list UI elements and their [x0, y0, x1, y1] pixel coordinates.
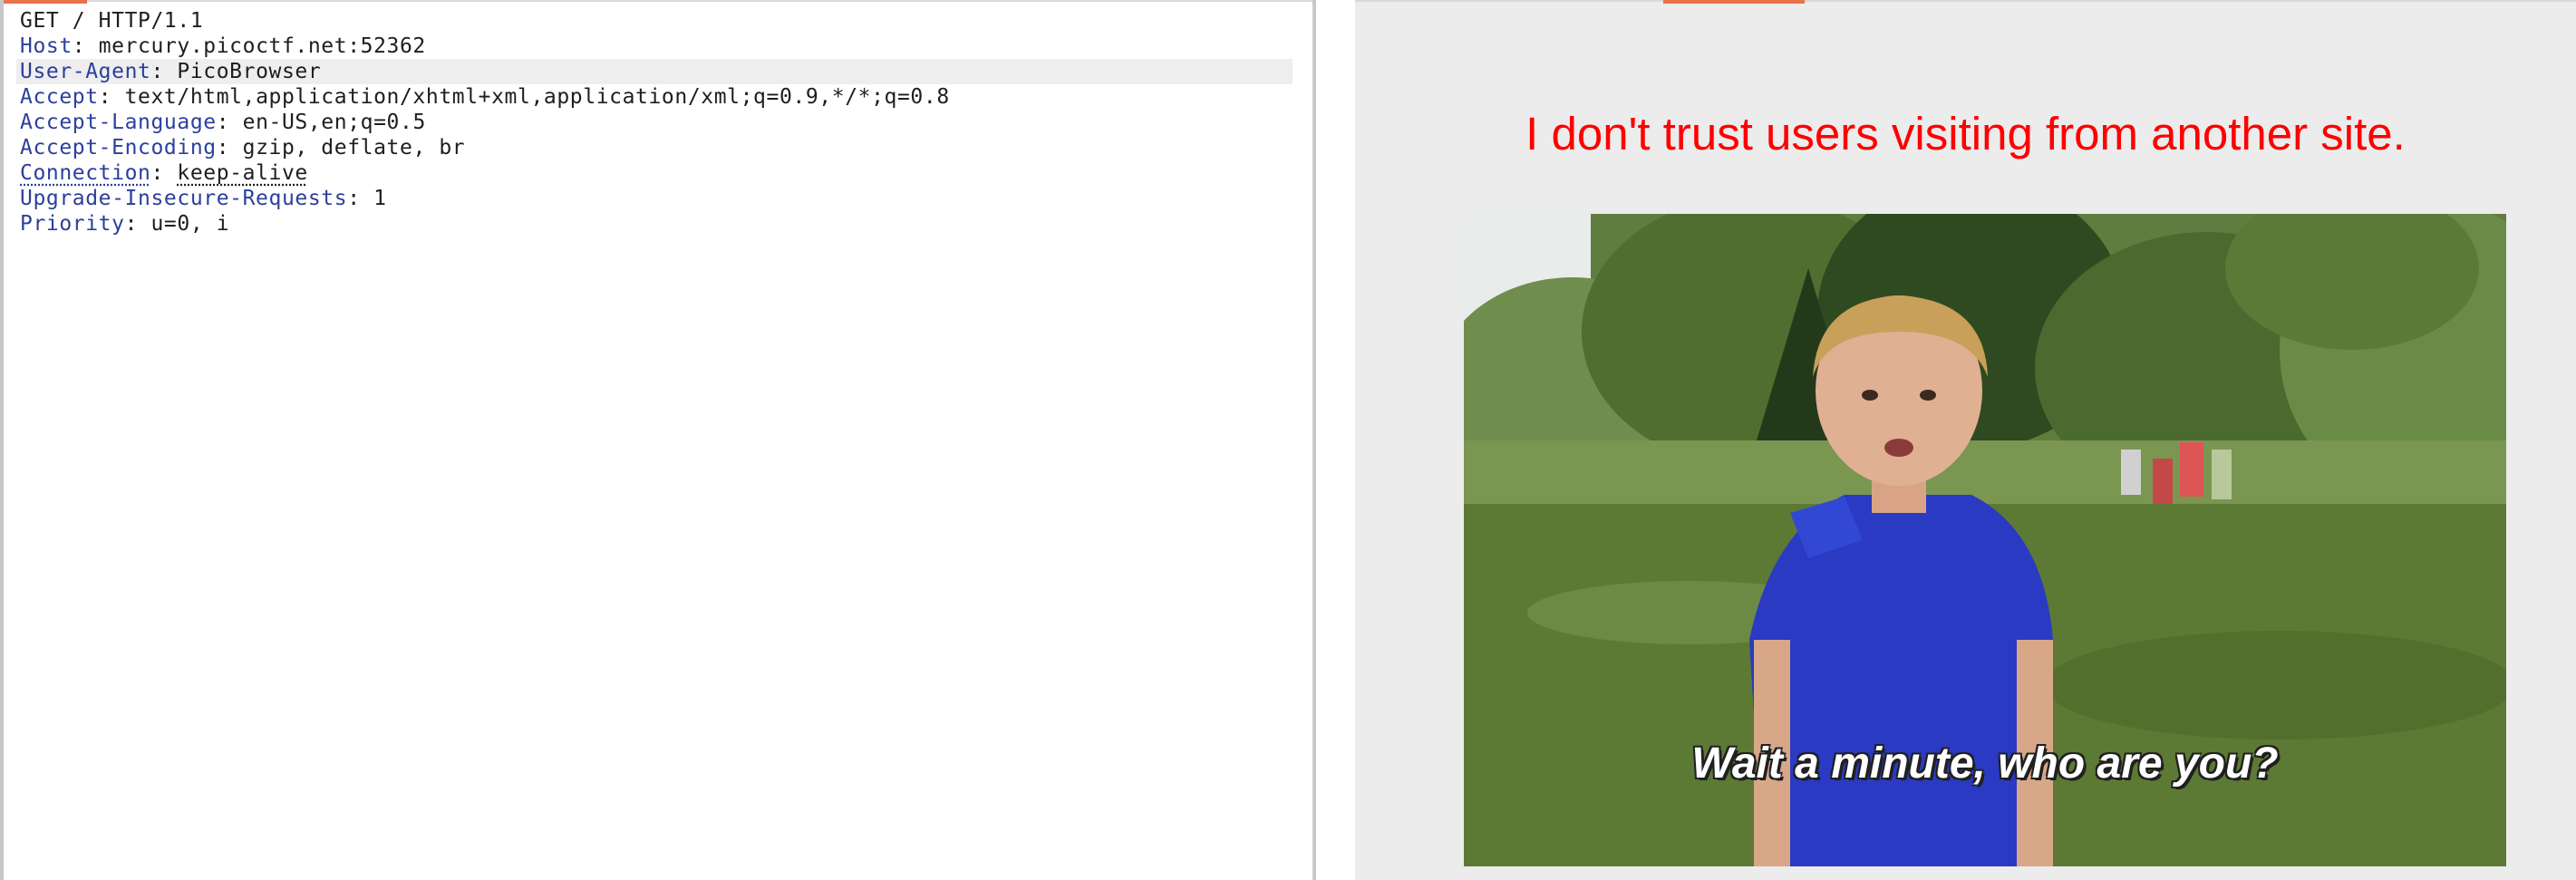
header-name: Accept [20, 85, 99, 109]
header-name: Accept-Language [20, 111, 217, 134]
header-value: gzip, deflate, br [242, 136, 466, 160]
header-line-connection[interactable]: Connection: keep-alive [16, 160, 1293, 186]
header-value: 1 [373, 187, 387, 210]
header-value: text/html,application/xhtml+xml,applicat… [124, 85, 950, 109]
header-separator: : [150, 60, 178, 83]
request-pane-top-border [87, 0, 1316, 2]
header-line-user-agent[interactable]: User-Agent: PicoBrowser [16, 59, 1293, 84]
pane-gap [1316, 0, 1355, 880]
header-separator: : [216, 111, 243, 134]
render-pane-top-border [1355, 0, 2576, 2]
header-separator: : [98, 85, 125, 109]
header-name: Connection [20, 161, 151, 185]
header-line-accept-language[interactable]: Accept-Language: en-US,en;q=0.5 [16, 110, 1293, 135]
header-separator: : [150, 161, 178, 185]
response-render-pane[interactable]: I don't trust users visiting from anothe… [1355, 0, 2576, 880]
render-tab-accent [1663, 0, 1805, 4]
header-value: en-US,en;q=0.5 [242, 111, 426, 134]
header-line-accept[interactable]: Accept: text/html,application/xhtml+xml,… [16, 84, 1293, 110]
header-separator: : [347, 187, 374, 210]
header-name: Upgrade-Insecure-Requests [20, 187, 348, 210]
header-value: PicoBrowser [177, 60, 322, 83]
header-line-accept-encoding[interactable]: Accept-Encoding: gzip, deflate, br [16, 135, 1293, 160]
header-separator: : [72, 34, 99, 58]
header-value: u=0, i [150, 212, 230, 236]
request-text[interactable]: GET / HTTP/1.1 Host: mercury.picoctf.net… [16, 8, 1293, 237]
header-name: Accept-Encoding [20, 136, 217, 160]
meme-image: Wait a minute, who are you? [1464, 214, 2506, 866]
header-line-upgrade-insecure-requests[interactable]: Upgrade-Insecure-Requests: 1 [16, 186, 1293, 211]
meme-caption: Wait a minute, who are you? [1691, 740, 2279, 788]
header-value: keep-alive [177, 161, 308, 185]
request-line[interactable]: GET / HTTP/1.1 [16, 8, 1293, 34]
request-method-line: GET / HTTP/1.1 [20, 9, 204, 33]
response-headline: I don't trust users visiting from anothe… [1525, 108, 2406, 160]
header-line-host[interactable]: Host: mercury.picoctf.net:52362 [16, 34, 1293, 59]
request-editor-pane[interactable]: GET / HTTP/1.1 Host: mercury.picoctf.net… [0, 0, 1316, 880]
request-tab-accent [4, 0, 87, 4]
header-line-priority[interactable]: Priority: u=0, i [16, 211, 1293, 237]
header-value: mercury.picoctf.net:52362 [98, 34, 426, 58]
header-name: Host [20, 34, 73, 58]
header-name: User-Agent [20, 60, 151, 83]
header-name: Priority [20, 212, 125, 236]
header-separator: : [124, 212, 151, 236]
header-separator: : [216, 136, 243, 160]
